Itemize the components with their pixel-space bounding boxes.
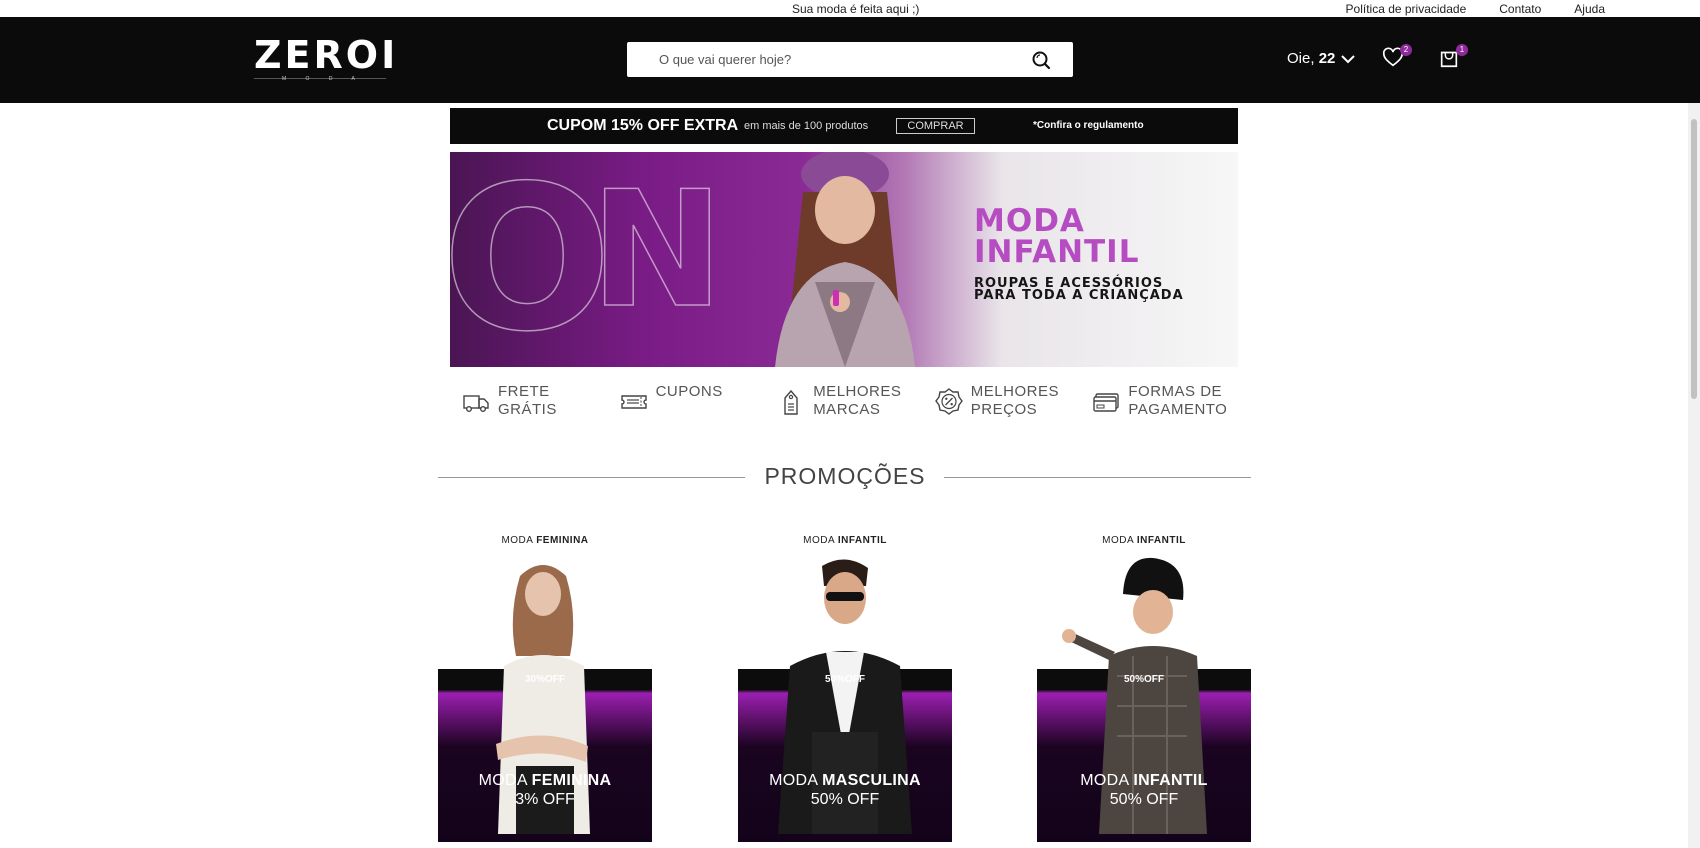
promo-card-discount: 3% OFF xyxy=(515,791,575,808)
promo-off-tag: 30%OFF xyxy=(524,674,565,685)
logo-text: ZEROI xyxy=(254,33,399,77)
percent-icon xyxy=(934,388,963,415)
promo-card-discount: 50% OFF xyxy=(1109,791,1179,808)
feature-label: MELHORES MARCAS xyxy=(813,383,902,418)
promo-card-caption: MODA INFANTIL xyxy=(803,535,887,546)
privacy-policy-link[interactable]: Política de privacidade xyxy=(1346,2,1467,16)
feature-best-brands[interactable]: MELHORES MARCAS xyxy=(765,383,923,423)
feature-coupons[interactable]: CUPONS xyxy=(608,383,766,423)
search-icon[interactable] xyxy=(1031,50,1051,70)
promotions-title: PROMOÇÕES xyxy=(764,463,926,489)
greeting-label: Oie, 22 xyxy=(1287,50,1336,67)
tag-icon xyxy=(784,389,798,415)
cart-count-badge: 1 xyxy=(1456,44,1468,56)
wishlist-count-badge: 2 xyxy=(1400,44,1412,56)
promo-card-title: MODA FEMININA xyxy=(478,772,612,789)
promo-card-caption: MODA INFANTIL xyxy=(1102,535,1186,546)
top-links: Política de privacidade Contato Ajuda xyxy=(1346,2,1605,16)
promo-card-masculina[interactable]: MODA INFANTIL 50%OFF MODA MASCULINA 50% … xyxy=(738,532,952,842)
promo-off-tag: 50%OFF xyxy=(824,674,865,685)
tagline: Sua moda é feita aqui ;) xyxy=(792,2,920,16)
feature-best-prices[interactable]: MELHORES PREÇOS xyxy=(923,383,1081,423)
features-row: FRETE GRÁTIS CUPONS MELHORES MARCAS MELH… xyxy=(450,383,1238,423)
coupon-buy-button[interactable]: COMPRAR xyxy=(896,118,975,134)
promo-card-title: MODA INFANTIL xyxy=(1080,772,1208,789)
top-strip: Sua moda é feita aqui ;) Política de pri… xyxy=(0,0,1700,17)
feature-label: CUPONS xyxy=(655,383,723,400)
search-input[interactable] xyxy=(659,42,1019,77)
ticket-icon xyxy=(620,395,647,409)
logo-subtitle: M O D A xyxy=(282,76,364,82)
search-box xyxy=(627,42,1073,77)
coupon-title: CUPOM 15% OFF EXTRA xyxy=(547,117,739,134)
wishlist-button[interactable]: 2 xyxy=(1382,44,1412,71)
chevron-down-icon xyxy=(1341,54,1356,63)
promo-card-infantil[interactable]: MODA INFANTIL 50%OFF MODA INFANTIL 50% O… xyxy=(1037,532,1251,842)
page-scrollbar[interactable] xyxy=(1688,103,1700,848)
hero-subtitle: ROUPAS E ACESSÓRIOS PARA TODA A CRIANÇAD… xyxy=(974,276,1184,303)
promo-card-discount: 50% OFF xyxy=(810,791,880,808)
contact-link[interactable]: Contato xyxy=(1499,2,1541,16)
feature-label: FRETE GRÁTIS xyxy=(498,383,557,418)
hero-model-image xyxy=(775,152,915,367)
promo-card-feminina[interactable]: MODA FEMININA 30%OFF MODA FEMININA 3% OF… xyxy=(438,532,652,842)
logo[interactable]: ZEROI M O D A xyxy=(254,33,399,82)
promo-divider-left xyxy=(438,477,745,478)
card-icon xyxy=(1093,393,1120,412)
truck-icon xyxy=(463,395,489,413)
promo-card-title: MODA MASCULINA xyxy=(769,772,921,789)
coupon-subtitle: em mais de 100 produtos xyxy=(744,120,869,132)
account-menu[interactable]: Oie, 22 xyxy=(1287,50,1356,67)
promo-off-tag: 50%OFF xyxy=(1123,674,1164,685)
greeting-name: 22 xyxy=(1318,50,1336,67)
feature-label: MELHORES PREÇOS xyxy=(970,383,1059,418)
coupon-rules-link[interactable]: *Confira o regulamento xyxy=(1033,120,1144,131)
feature-free-shipping[interactable]: FRETE GRÁTIS xyxy=(450,383,608,423)
coupon-banner[interactable]: CUPOM 15% OFF EXTRA em mais de 100 produ… xyxy=(450,108,1238,144)
hero-title: MODA INFANTIL xyxy=(974,203,1140,270)
hero-banner[interactable]: O N MODA INFANTIL ROUPAS E ACESSÓRIOS PA… xyxy=(450,152,1238,367)
feature-payment-methods[interactable]: FORMAS DE PAGAMENTO xyxy=(1080,383,1238,423)
promo-card-caption: MODA FEMININA xyxy=(501,535,589,546)
feature-label: FORMAS DE PAGAMENTO xyxy=(1128,383,1228,418)
site-header: ZEROI M O D A Oie, 22 2 1 xyxy=(0,17,1700,103)
scrollbar-thumb[interactable] xyxy=(1691,119,1697,399)
help-link[interactable]: Ajuda xyxy=(1574,2,1605,16)
decorative-outline-letters: N xyxy=(589,155,724,344)
promo-divider-right xyxy=(944,477,1251,478)
cart-button[interactable]: 1 xyxy=(1438,44,1468,71)
decorative-outline-letters: O xyxy=(450,152,613,367)
